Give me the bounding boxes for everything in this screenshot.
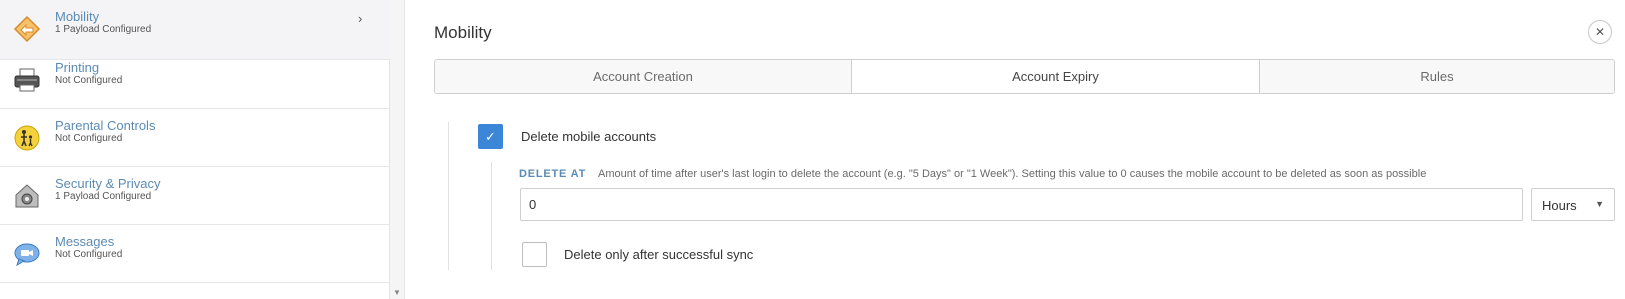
tab-account-creation[interactable]: Account Creation [435, 60, 852, 93]
mobility-icon [13, 15, 41, 43]
sidebar-item-printing[interactable]: Printing Not Configured [0, 51, 390, 109]
sidebar-item-title: Messages [55, 234, 115, 249]
time-unit-value: Hours [1542, 198, 1577, 213]
subsection-divider [491, 162, 492, 270]
sidebar-item-status: Not Configured [55, 249, 123, 260]
sidebar-item-security-privacy[interactable]: Security & Privacy 1 Payload Configured [0, 167, 390, 225]
printer-icon [13, 66, 41, 94]
tab-rules[interactable]: Rules [1260, 60, 1614, 93]
parental-controls-icon [13, 124, 41, 152]
panel-title: Mobility [434, 23, 492, 42]
close-icon: ✕ [1594, 25, 1606, 39]
delete-mobile-accounts-label: Delete mobile accounts [521, 129, 657, 144]
delete-at-value-input[interactable] [520, 188, 1523, 221]
payload-sidebar: Mobility 1 Payload Configured › Printing… [0, 0, 390, 299]
sidebar-item-status: 1 Payload Configured [55, 24, 152, 35]
messages-icon [13, 240, 41, 268]
security-icon [13, 182, 41, 210]
sidebar-item-status: Not Configured [55, 75, 123, 86]
close-button[interactable]: ✕ [1588, 20, 1612, 44]
delete-at-description: Amount of time after user's last login t… [598, 168, 1427, 180]
sidebar-scrollbar[interactable]: ▼ [390, 0, 405, 299]
sidebar-item-status: Not Configured [55, 133, 123, 144]
tab-bar: Account Creation Account Expiry Rules [434, 59, 1615, 94]
app-root: Mobility 1 Payload Configured › Printing… [0, 0, 1625, 299]
delete-after-sync-checkbox[interactable] [522, 242, 547, 267]
delete-after-sync-label: Delete only after successful sync [564, 247, 754, 262]
scroll-down-arrow-icon[interactable]: ▼ [393, 288, 401, 297]
sidebar-item-title: Mobility [55, 9, 100, 24]
sidebar-item-title: Security & Privacy [55, 176, 161, 191]
sidebar-item-messages[interactable]: Messages Not Configured [0, 225, 390, 283]
sidebar-item-status: 1 Payload Configured [55, 191, 152, 202]
sidebar-item-title: Parental Controls [55, 118, 156, 133]
sidebar-item-parental-controls[interactable]: Parental Controls Not Configured [0, 109, 390, 167]
tab-account-expiry[interactable]: Account Expiry [852, 60, 1260, 93]
payload-panel: Mobility ✕ Account Creation Account Expi… [405, 0, 1625, 299]
dropdown-caret-icon: ▼ [1595, 199, 1604, 209]
delete-at-label: DELETE AT [519, 168, 587, 180]
sidebar-item-title: Printing [55, 60, 100, 75]
chevron-right-icon: › [358, 11, 363, 26]
time-unit-select[interactable]: Hours ▼ [1531, 188, 1615, 221]
section-divider [448, 122, 449, 270]
delete-mobile-accounts-checkbox[interactable]: ✓ [478, 124, 503, 149]
checkmark-icon: ✓ [485, 128, 496, 144]
